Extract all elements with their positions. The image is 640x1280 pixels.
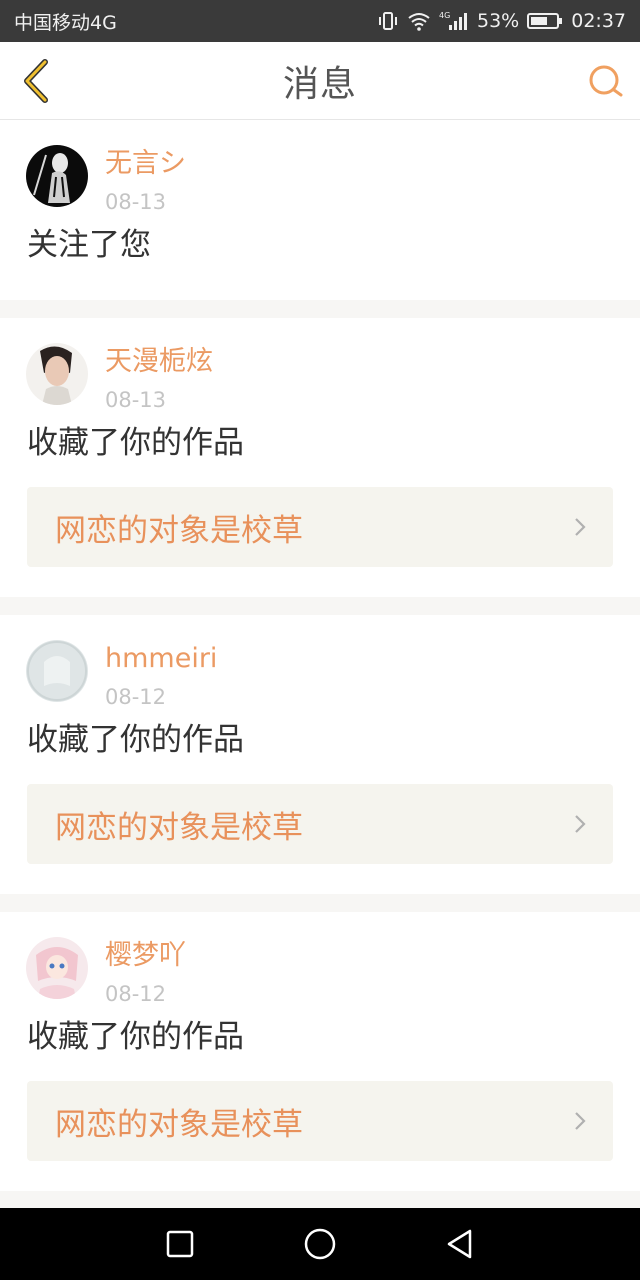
search-icon (589, 65, 623, 97)
net-type-label: 4G (439, 11, 450, 20)
signal-icon: 4G (439, 10, 469, 32)
chevron-right-icon (575, 1112, 586, 1130)
message-item[interactable]: 天漫栀炫 08-13 收藏了你的作品 网恋的对象是校草 (0, 318, 640, 597)
status-bar: 中国移动4G 4G 53% 02:37 (0, 0, 640, 42)
work-title: 网恋的对象是校草 (55, 809, 303, 846)
work-link[interactable]: 网恋的对象是校草 (27, 784, 613, 864)
work-title: 网恋的对象是校草 (55, 1106, 303, 1143)
home-button[interactable] (296, 1220, 344, 1268)
username[interactable]: 天漫栀炫 (105, 347, 213, 377)
work-link[interactable]: 网恋的对象是校草 (27, 487, 613, 567)
action-text: 收藏了你的作品 (27, 425, 244, 461)
chevron-right-icon (575, 815, 586, 833)
battery-percent: 53% (477, 10, 520, 32)
message-date: 08-12 (105, 982, 167, 1006)
carrier-label: 中国移动4G (14, 11, 117, 34)
username[interactable]: 无言シ (105, 149, 186, 179)
work-link[interactable]: 网恋的对象是校草 (27, 1081, 613, 1161)
triangle-back-icon (447, 1229, 472, 1259)
battery-icon (527, 12, 563, 30)
square-icon (166, 1230, 194, 1258)
message-item[interactable]: hmmeiri 08-12 收藏了你的作品 网恋的对象是校草 (0, 615, 640, 894)
message-date: 08-12 (105, 685, 167, 709)
username[interactable]: 樱梦吖 (105, 941, 186, 971)
action-text: 关注了您 (27, 227, 151, 263)
header: 消息 (0, 42, 640, 120)
circle-icon (304, 1228, 336, 1260)
clock: 02:37 (571, 10, 626, 32)
action-text: 收藏了你的作品 (27, 722, 244, 758)
recent-apps-button[interactable] (156, 1220, 204, 1268)
message-item[interactable]: 樱梦吖 08-12 收藏了你的作品 网恋的对象是校草 (0, 912, 640, 1191)
back-nav-button[interactable] (436, 1220, 484, 1268)
message-date: 08-13 (105, 388, 167, 412)
wifi-icon (407, 11, 431, 31)
work-title: 网恋的对象是校草 (55, 512, 303, 549)
avatar[interactable] (26, 937, 88, 999)
vibrate-icon (377, 11, 399, 31)
message-date: 08-13 (105, 190, 167, 214)
action-text: 收藏了你的作品 (27, 1019, 244, 1055)
avatar[interactable] (26, 343, 88, 405)
chevron-right-icon (575, 518, 586, 536)
avatar[interactable] (26, 640, 88, 702)
message-list[interactable]: 无言シ 08-13 关注了您 天漫栀炫 08-13 收藏了你的作品 网恋的对象是… (0, 120, 640, 1208)
avatar[interactable] (26, 145, 88, 207)
search-button[interactable] (586, 62, 626, 102)
system-nav-bar (0, 1208, 640, 1280)
page-title: 消息 (282, 64, 357, 105)
username[interactable]: hmmeiri (105, 644, 217, 674)
message-item[interactable]: 无言シ 08-13 关注了您 (0, 120, 640, 300)
